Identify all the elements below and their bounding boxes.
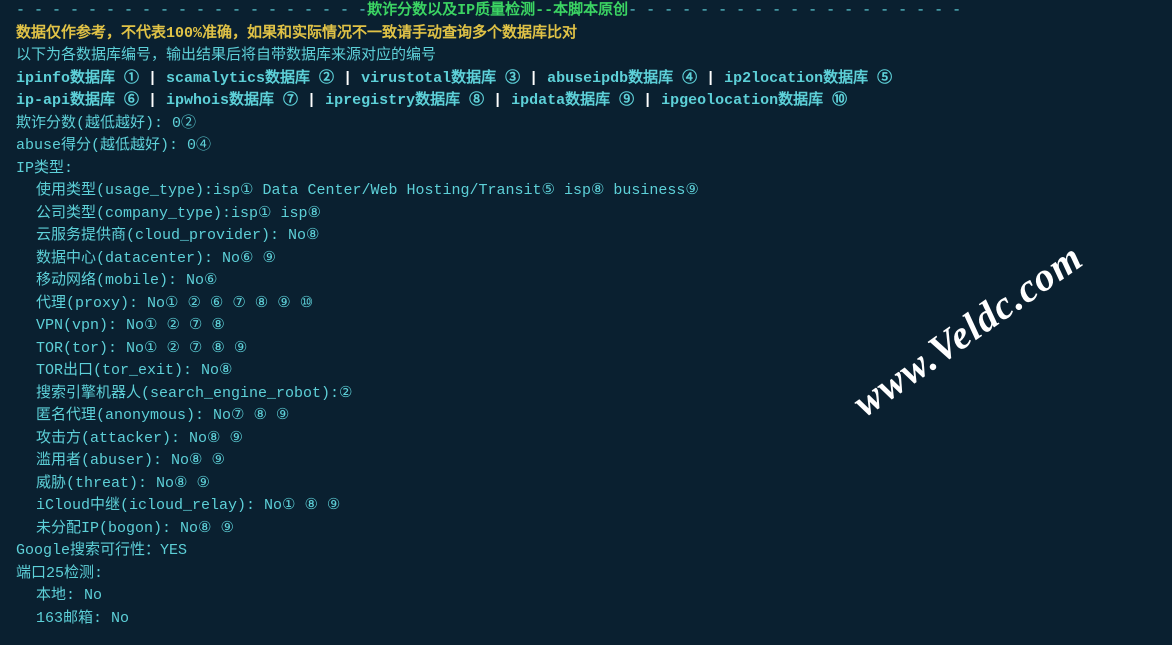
icloud-relay-line: iCloud中继(icloud_relay): No① ⑧ ⑨ <box>16 495 1156 518</box>
db-intro: 以下为各数据库编号，输出结果后将自带数据库来源对应的编号 <box>16 45 1156 68</box>
usage-type-line: 使用类型(usage_type):isp① Data Center/Web Ho… <box>16 180 1156 203</box>
db-ipwhois: ipwhois数据库 ⑦ <box>166 92 298 109</box>
db-ip2location: ip2location数据库 ⑤ <box>724 70 892 87</box>
db-ipinfo: ipinfo数据库 ① <box>16 70 139 87</box>
threat-line: 威胁(threat): No⑧ ⑨ <box>16 473 1156 496</box>
datacenter-line: 数据中心(datacenter): No⑥ ⑨ <box>16 248 1156 271</box>
bogon-line: 未分配IP(bogon): No⑧ ⑨ <box>16 518 1156 541</box>
port25-local-label: 本地: <box>36 587 84 604</box>
db-ipapi: ip-api数据库 ⑥ <box>16 92 139 109</box>
tor-line: TOR(tor): No① ② ⑦ ⑧ ⑨ <box>16 338 1156 361</box>
warning-text: 数据仅作参考，不代表100%准确，如果和实际情况不一致请手动查询多个数据库比对 <box>16 23 1156 46</box>
ip-type-header: IP类型: <box>16 158 1156 181</box>
port25-local-value: No <box>84 587 102 604</box>
fraud-score-value: 0② <box>172 115 196 132</box>
db-ipdata: ipdata数据库 ⑨ <box>511 92 634 109</box>
db-ipgeolocation: ipgeolocation数据库 ⑩ <box>661 92 847 109</box>
abuse-score-label: abuse得分(越低越好): <box>16 137 187 154</box>
abuser-line: 滥用者(abuser): No⑧ ⑨ <box>16 450 1156 473</box>
google-search-label: Google搜索可行性： <box>16 542 160 559</box>
mobile-line: 移动网络(mobile): No⑥ <box>16 270 1156 293</box>
anonymous-line: 匿名代理(anonymous): No⑦ ⑧ ⑨ <box>16 405 1156 428</box>
port25-163-line: 163邮箱: No <box>16 608 1156 631</box>
fraud-score-label: 欺诈分数(越低越好): <box>16 115 172 132</box>
abuse-score-value: 0④ <box>187 137 211 154</box>
section-title: 欺诈分数以及IP质量检测--本脚本原创 <box>367 2 628 19</box>
db-virustotal: virustotal数据库 ③ <box>361 70 520 87</box>
google-search-value: YES <box>160 542 187 559</box>
google-search-line: Google搜索可行性：YES <box>16 540 1156 563</box>
search-engine-robot-line: 搜索引擎机器人(search_engine_robot):② <box>16 383 1156 406</box>
company-type-line: 公司类型(company_type):isp① isp⑧ <box>16 203 1156 226</box>
port25-163-label: 163邮箱: <box>36 610 111 627</box>
fraud-score-line: 欺诈分数(越低越好): 0② <box>16 113 1156 136</box>
port25-163-value: No <box>111 610 129 627</box>
db-abuseipdb: abuseipdb数据库 ④ <box>547 70 697 87</box>
title-prefix-dashes: - - - - - - - - - - - - - - - - - - - - <box>16 2 367 19</box>
attacker-line: 攻击方(attacker): No⑧ ⑨ <box>16 428 1156 451</box>
db-scamalytics: scamalytics数据库 ② <box>166 70 334 87</box>
vpn-line: VPN(vpn): No① ② ⑦ ⑧ <box>16 315 1156 338</box>
tor-exit-line: TOR出口(tor_exit): No⑧ <box>16 360 1156 383</box>
port25-header: 端口25检测: <box>16 563 1156 586</box>
cloud-provider-line: 云服务提供商(cloud_provider): No⑧ <box>16 225 1156 248</box>
port25-local-line: 本地: No <box>16 585 1156 608</box>
db-row-2: ip-api数据库 ⑥ | ipwhois数据库 ⑦ | ipregistry数… <box>16 90 1156 113</box>
db-ipregistry: ipregistry数据库 ⑧ <box>325 92 484 109</box>
abuse-score-line: abuse得分(越低越好): 0④ <box>16 135 1156 158</box>
db-row-1: ipinfo数据库 ① | scamalytics数据库 ② | virusto… <box>16 68 1156 91</box>
proxy-line: 代理(proxy): No① ② ⑥ ⑦ ⑧ ⑨ ⑩ <box>16 293 1156 316</box>
title-suffix-dashes: - - - - - - - - - - - - - - - - - - - <box>628 2 961 19</box>
